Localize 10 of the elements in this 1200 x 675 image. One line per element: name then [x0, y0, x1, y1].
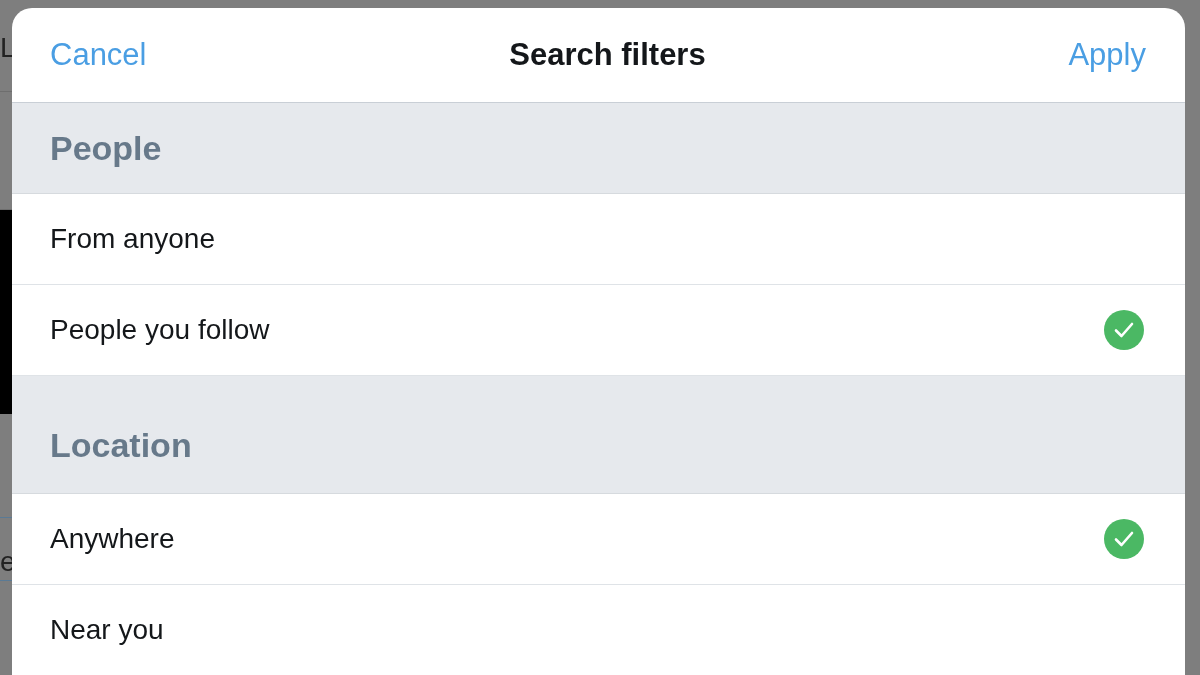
section-heading: Location [50, 426, 192, 465]
option-label: Near you [50, 614, 164, 646]
dialog-title: Search filters [509, 37, 706, 73]
filter-option[interactable]: Near you [12, 585, 1185, 675]
option-label: Anywhere [50, 523, 175, 555]
option-label: From anyone [50, 223, 215, 255]
section-heading: People [50, 128, 162, 168]
filter-option[interactable]: Anywhere [12, 494, 1185, 585]
filter-option[interactable]: From anyone [12, 194, 1185, 285]
option-label: People you follow [50, 314, 270, 346]
